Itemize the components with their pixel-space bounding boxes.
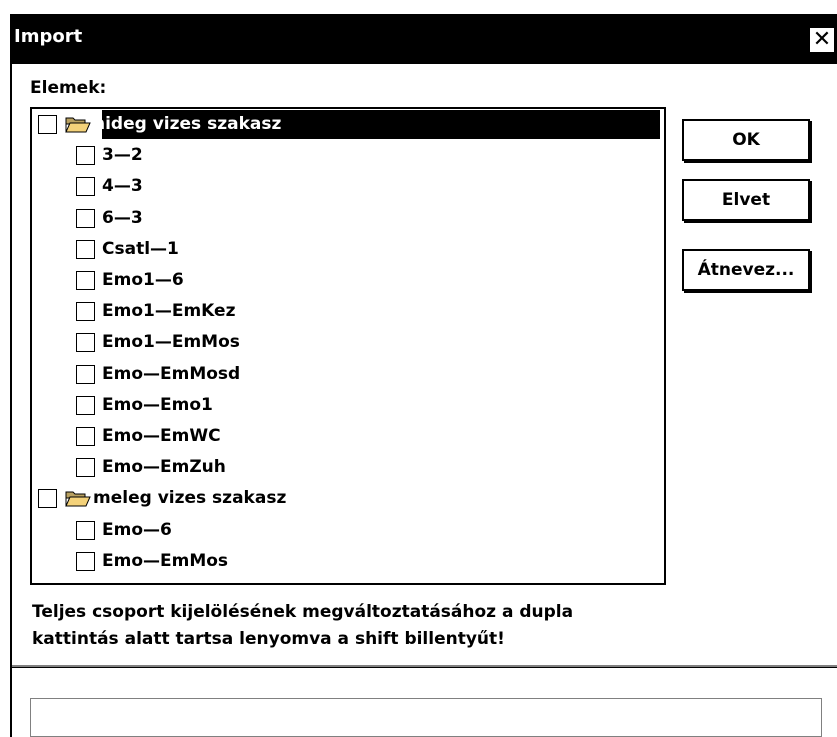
- item-checkbox[interactable]: [76, 302, 95, 322]
- item-label: Emo—EmMos: [102, 550, 229, 571]
- item-checkbox[interactable]: [76, 520, 95, 540]
- status-field: [30, 698, 822, 737]
- item-label: 6—3: [102, 207, 143, 228]
- item-checkbox[interactable]: [76, 333, 95, 353]
- tree-item-row[interactable]: Emo—Emo1: [32, 390, 664, 421]
- item-checkbox[interactable]: [76, 271, 95, 290]
- tree-item-row[interactable]: Emo1—EmKez: [32, 296, 664, 327]
- item-label: Emo1—EmKez: [102, 301, 236, 322]
- tree-item-row[interactable]: Emo1—6: [32, 265, 664, 296]
- hint-line-1: Teljes csoport kijelölésének megváltozta…: [32, 602, 574, 622]
- item-label: Emo—EmWC: [102, 426, 221, 446]
- tree-item-row[interactable]: 4—3: [32, 171, 664, 202]
- item-label: 4—3: [102, 176, 143, 197]
- tree-item-row[interactable]: 6—3: [32, 203, 664, 234]
- item-checkbox[interactable]: [76, 551, 95, 571]
- dialog-left-border: [10, 14, 12, 737]
- item-label: Emo1—6: [102, 270, 184, 290]
- item-checkbox[interactable]: [76, 364, 95, 384]
- item-label: meleg vizes szakasz: [93, 488, 287, 509]
- import-dialog: Import ✕ Elemek: hideg vizes szakasz 3—2 4…: [0, 0, 837, 737]
- hint-line-2: kattintás alatt tartsa lenyomva a shift …: [32, 629, 505, 649]
- tree-item-row[interactable]: Emo—EmWC: [32, 421, 664, 452]
- item-label: hideg vizes szakasz: [93, 114, 282, 134]
- tree-group-row[interactable]: hideg vizes szakasz: [32, 109, 664, 140]
- tree-item-row[interactable]: 3—2: [32, 140, 664, 171]
- item-checkbox[interactable]: [76, 146, 95, 166]
- item-checkbox[interactable]: [38, 489, 57, 509]
- item-label: Csatl—1: [102, 238, 179, 259]
- tree-item-row[interactable]: Emo—EmMosd: [32, 359, 664, 390]
- tree-item-row[interactable]: Emo1—EmMos: [32, 327, 664, 358]
- item-label: Emo—6: [102, 519, 172, 540]
- dialog-title: Import: [14, 26, 83, 47]
- tree-item-row[interactable]: Emo—EmZuh: [32, 452, 664, 483]
- separator-dark: [12, 667, 837, 668]
- item-checkbox[interactable]: [38, 115, 57, 134]
- folder-open-icon: [65, 491, 91, 507]
- rename-button[interactable]: Átnevez...: [682, 249, 810, 291]
- item-checkbox[interactable]: [76, 239, 95, 259]
- ok-button[interactable]: OK: [682, 119, 810, 161]
- close-icon[interactable]: ✕: [809, 27, 835, 53]
- item-checkbox[interactable]: [76, 458, 95, 478]
- item-label: Emo—EmZuh: [102, 457, 226, 478]
- folder-open-icon: [65, 117, 91, 133]
- tree-item-row[interactable]: Emo—6: [32, 515, 664, 546]
- item-checkbox[interactable]: [76, 208, 95, 228]
- item-checkbox[interactable]: [76, 177, 95, 197]
- item-checkbox[interactable]: [76, 427, 95, 446]
- title-bar: Import ✕: [12, 14, 837, 64]
- item-label: Emo—EmMosd: [102, 363, 241, 384]
- cancel-button[interactable]: Elvet: [682, 179, 810, 221]
- items-label: Elemek:: [30, 78, 107, 98]
- tree-group-row[interactable]: meleg vizes szakasz: [32, 483, 664, 514]
- item-label: 3—2: [102, 145, 143, 166]
- hint-text: Teljes csoport kijelölésének megváltozta…: [32, 599, 732, 653]
- items-tree-list[interactable]: hideg vizes szakasz 3—2 4—3 6—3 Csatl—1 Emo1—…: [30, 107, 666, 585]
- tree-item-row[interactable]: Emo—EmMos: [32, 546, 664, 577]
- item-label: Emo—Emo1: [102, 394, 213, 415]
- item-label: Emo1—EmMos: [102, 332, 240, 353]
- item-checkbox[interactable]: [76, 395, 95, 415]
- tree-item-row[interactable]: Csatl—1: [32, 234, 664, 265]
